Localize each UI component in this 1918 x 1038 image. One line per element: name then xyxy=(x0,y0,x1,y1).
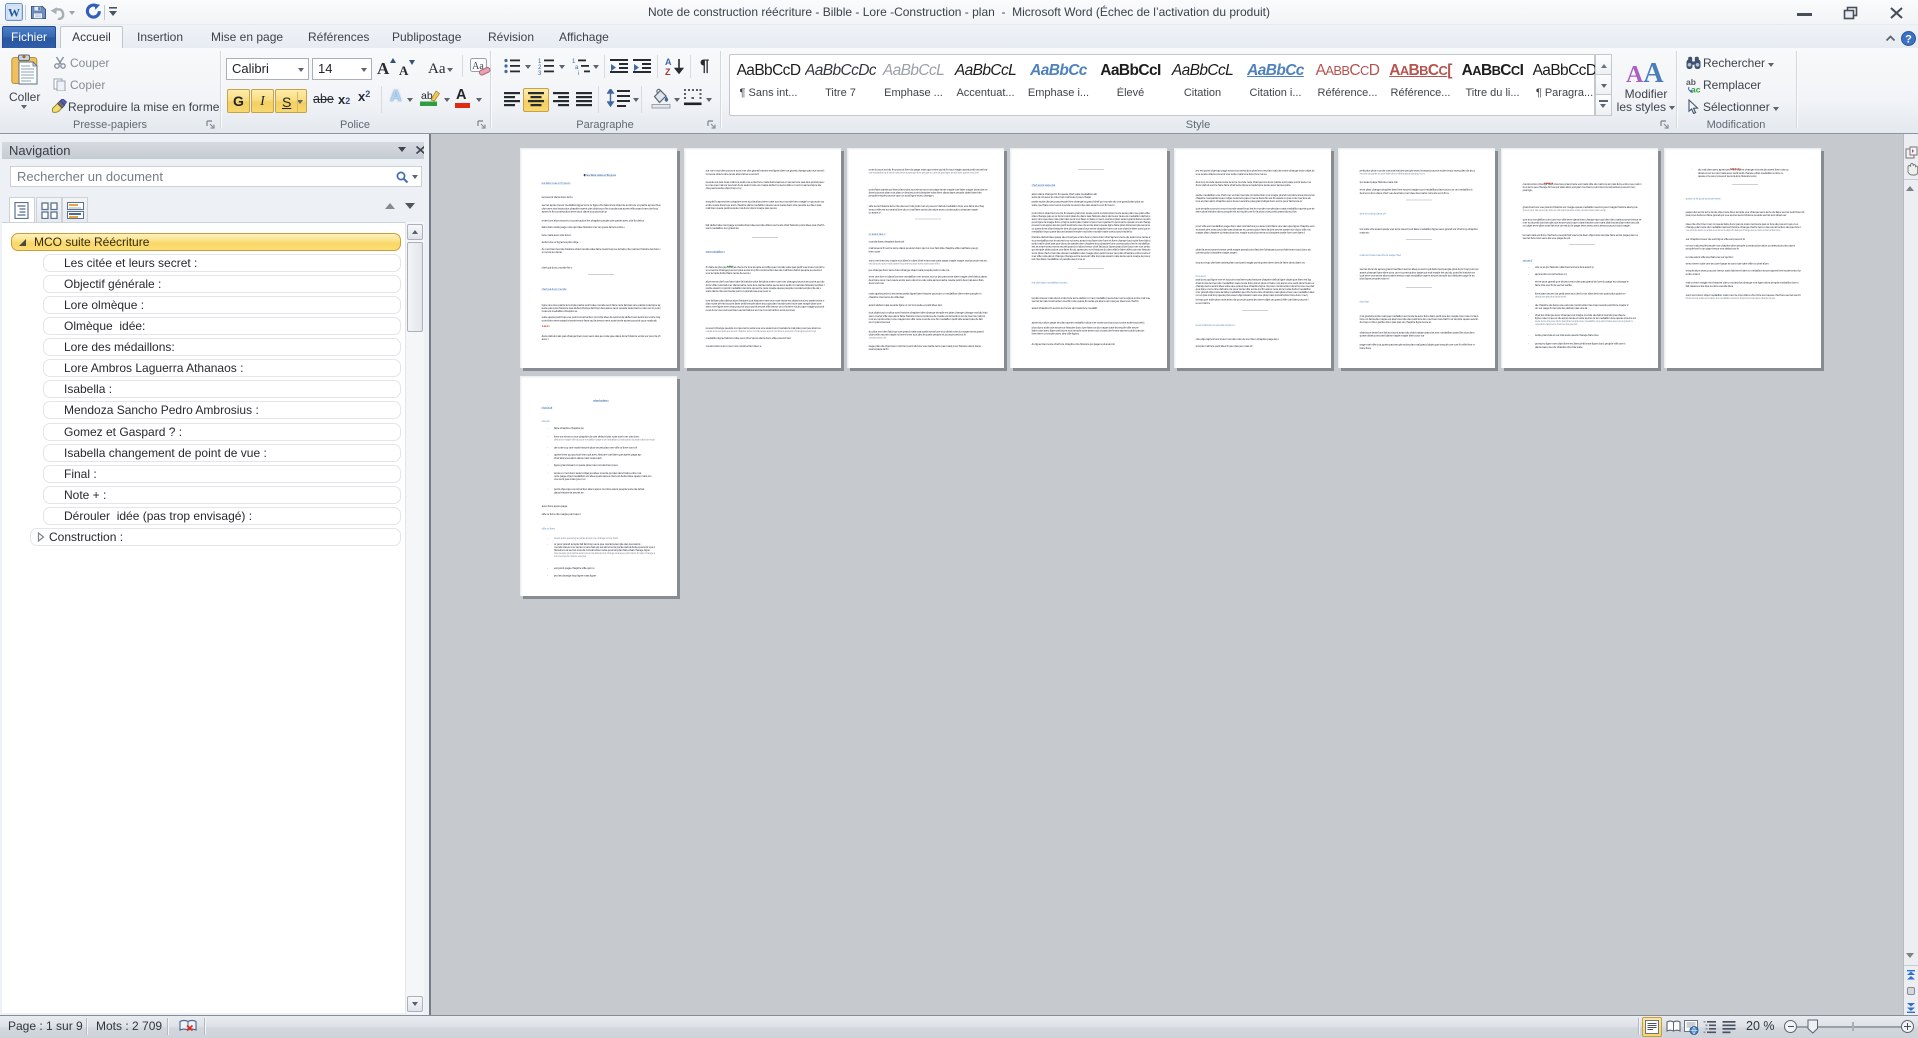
svg-text:W: W xyxy=(8,6,20,20)
svg-text:i: i xyxy=(578,71,579,76)
svg-text:Z: Z xyxy=(665,67,671,77)
svg-text:3: 3 xyxy=(538,71,542,76)
svg-text:ac: ac xyxy=(1691,85,1701,94)
svg-text:?: ? xyxy=(1905,34,1912,46)
svg-text:A: A xyxy=(665,57,672,67)
